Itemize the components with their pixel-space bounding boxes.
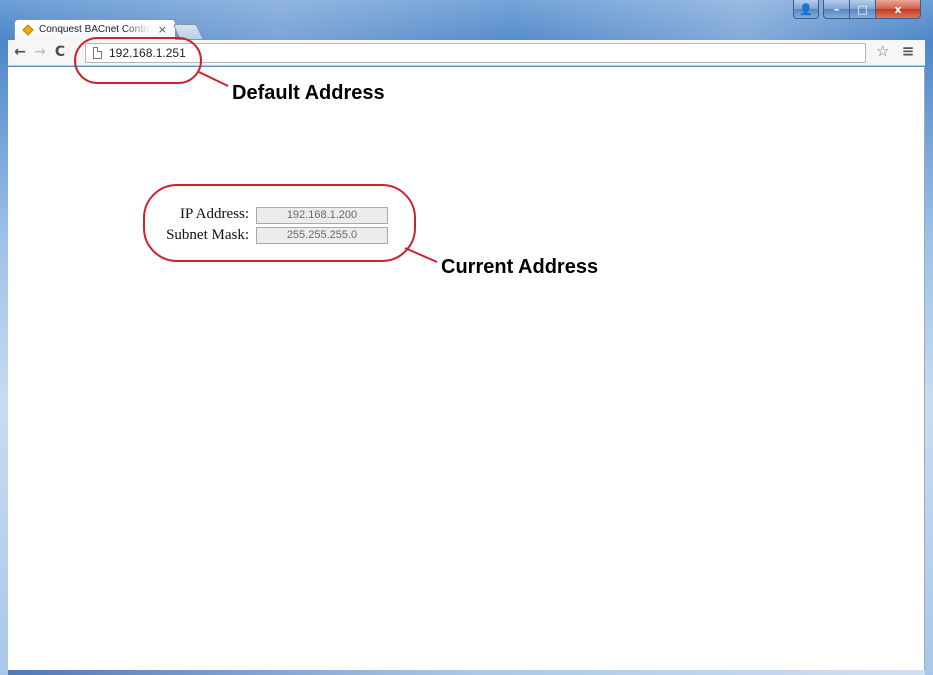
default-address-leader [198,71,229,87]
current-address-callout: Current Address [441,256,599,278]
default-address-callout: Default Address [232,82,385,104]
callout-leader-lines [198,71,438,263]
current-address-leader [404,247,438,263]
window-bottom-edge [8,670,925,675]
